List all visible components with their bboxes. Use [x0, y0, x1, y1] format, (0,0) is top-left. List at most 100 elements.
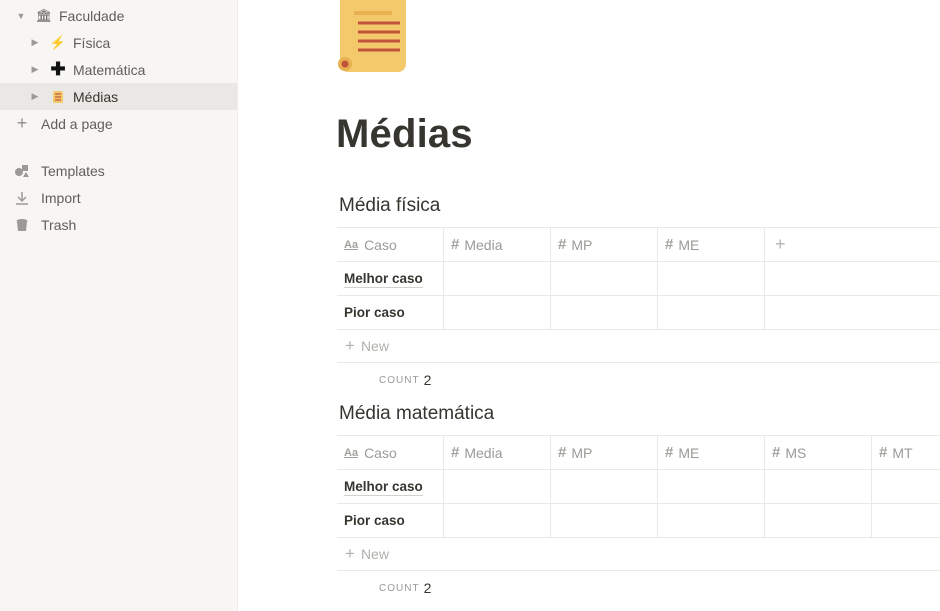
column-header-media[interactable]: # Media — [444, 436, 551, 469]
count-footer[interactable]: COUNT 2 — [337, 571, 940, 605]
plus-icon: ✚ — [50, 59, 66, 79]
column-label: Media — [464, 444, 503, 461]
toggle-collapsed-icon[interactable]: ▶ — [28, 64, 42, 75]
table-cell[interactable] — [872, 504, 940, 537]
table-cell[interactable] — [444, 504, 551, 537]
number-property-icon: # — [665, 236, 674, 253]
add-page-button[interactable]: + Add a page — [0, 110, 237, 137]
download-icon — [14, 190, 30, 206]
row-title[interactable]: Pior caso — [344, 304, 405, 321]
table-cell[interactable] — [551, 296, 658, 329]
toggle-collapsed-icon[interactable]: ▶ — [28, 91, 42, 102]
table-header-row: Aa Caso # Media # MP # ME # MS # MT — [337, 435, 940, 470]
table-row: Pior caso — [337, 504, 940, 538]
column-header-me[interactable]: # ME — [658, 228, 765, 261]
table-cell[interactable] — [658, 504, 765, 537]
toggle-expanded-icon[interactable]: ▼ — [14, 11, 28, 21]
sidebar-item-fisica[interactable]: ▶ ⚡ Física — [0, 29, 237, 56]
column-label: MS — [785, 444, 807, 461]
count-value: 2 — [423, 372, 432, 388]
plus-icon: + — [345, 336, 355, 355]
templates-button[interactable]: Templates — [0, 157, 237, 184]
plus-icon: + — [16, 113, 28, 133]
number-property-icon: # — [879, 444, 888, 461]
table-cell[interactable] — [658, 470, 765, 503]
column-label: ME — [678, 444, 700, 461]
row-title[interactable]: Melhor caso — [344, 478, 423, 496]
column-header-mt[interactable]: # MT — [872, 436, 940, 469]
scroll-icon — [50, 89, 66, 105]
table-cell-caso[interactable]: Pior caso — [337, 296, 444, 329]
table-row: Melhor caso — [337, 470, 940, 504]
title-property-icon: Aa — [344, 238, 359, 251]
import-label: Import — [41, 189, 81, 206]
table-cell[interactable] — [872, 470, 940, 503]
column-header-mp[interactable]: # MP — [551, 228, 658, 261]
table-cell-caso[interactable]: Pior caso — [337, 504, 444, 537]
database-table: Aa Caso # Media # MP # ME # MS # MT Melhor cas… — [337, 435, 940, 605]
toggle-collapsed-icon[interactable]: ▶ — [28, 37, 42, 48]
table-cell[interactable] — [551, 504, 658, 537]
database-title[interactable]: Média física — [339, 195, 440, 217]
table-cell[interactable] — [658, 262, 765, 295]
column-header-caso[interactable]: Aa Caso — [337, 436, 444, 469]
column-header-me[interactable]: # ME — [658, 436, 765, 469]
sidebar-item-label: Matemática — [73, 61, 146, 78]
bank-icon: 🏛 — [35, 7, 53, 23]
add-property-button[interactable]: + — [765, 228, 815, 261]
row-title[interactable]: Melhor caso — [344, 270, 423, 288]
column-label: MT — [892, 444, 913, 461]
column-label: Caso — [364, 236, 397, 253]
add-page-label: Add a page — [41, 115, 113, 132]
column-header-ms[interactable]: # MS — [765, 436, 872, 469]
count-footer[interactable]: COUNT 2 — [337, 363, 940, 397]
table-cell[interactable] — [765, 470, 872, 503]
table-cell-caso[interactable]: Melhor caso — [337, 262, 444, 295]
new-row-button[interactable]: + New — [337, 538, 940, 571]
sidebar: ▼ 🏛 Faculdade ▶ ⚡ Física ▶ ✚ Matemática … — [0, 0, 238, 611]
table-cell[interactable] — [658, 296, 765, 329]
column-label: Caso — [364, 444, 397, 461]
table-cell[interactable] — [444, 262, 551, 295]
number-property-icon: # — [558, 444, 567, 461]
column-header-media[interactable]: # Media — [444, 228, 551, 261]
column-label: ME — [678, 236, 700, 253]
table-cell[interactable] — [765, 504, 872, 537]
trash-label: Trash — [41, 216, 77, 233]
count-label: COUNT — [379, 374, 420, 386]
table-cell-spacer — [765, 262, 815, 295]
number-property-icon: # — [451, 236, 460, 253]
sidebar-item-faculdade[interactable]: ▼ 🏛 Faculdade — [0, 2, 237, 29]
column-label: MP — [571, 444, 593, 461]
lightning-icon: ⚡ — [49, 34, 67, 50]
new-row-label: New — [360, 546, 389, 562]
sidebar-item-matematica[interactable]: ▶ ✚ Matemática — [0, 56, 237, 83]
database-table: Aa Caso # Media # MP # ME + Melhor caso Pior… — [337, 227, 940, 397]
import-button[interactable]: Import — [0, 184, 237, 211]
plus-icon: + — [775, 234, 786, 254]
title-property-icon: Aa — [344, 446, 359, 459]
row-title[interactable]: Pior caso — [344, 512, 405, 529]
trash-icon — [14, 217, 30, 233]
sidebar-item-medias[interactable]: ▶ Médias — [0, 83, 237, 110]
page-scroll-icon[interactable] — [336, 0, 416, 74]
column-header-caso[interactable]: Aa Caso — [337, 228, 444, 261]
table-cell[interactable] — [551, 470, 658, 503]
templates-icon — [14, 163, 30, 179]
table-cell-caso[interactable]: Melhor caso — [337, 470, 444, 503]
trash-button[interactable]: Trash — [0, 211, 237, 238]
new-row-button[interactable]: + New — [337, 330, 940, 363]
table-cell[interactable] — [444, 296, 551, 329]
page-title[interactable]: Médias — [336, 112, 473, 157]
table-cell[interactable] — [444, 470, 551, 503]
column-label: MP — [571, 236, 593, 253]
new-row-label: New — [360, 338, 389, 354]
table-row: Melhor caso — [337, 262, 940, 296]
count-value: 2 — [423, 580, 432, 596]
count-label: COUNT — [379, 582, 420, 594]
table-cell[interactable] — [551, 262, 658, 295]
column-header-mp[interactable]: # MP — [551, 436, 658, 469]
database-title[interactable]: Média matemática — [339, 403, 494, 425]
templates-label: Templates — [41, 162, 105, 179]
table-row: Pior caso — [337, 296, 940, 330]
